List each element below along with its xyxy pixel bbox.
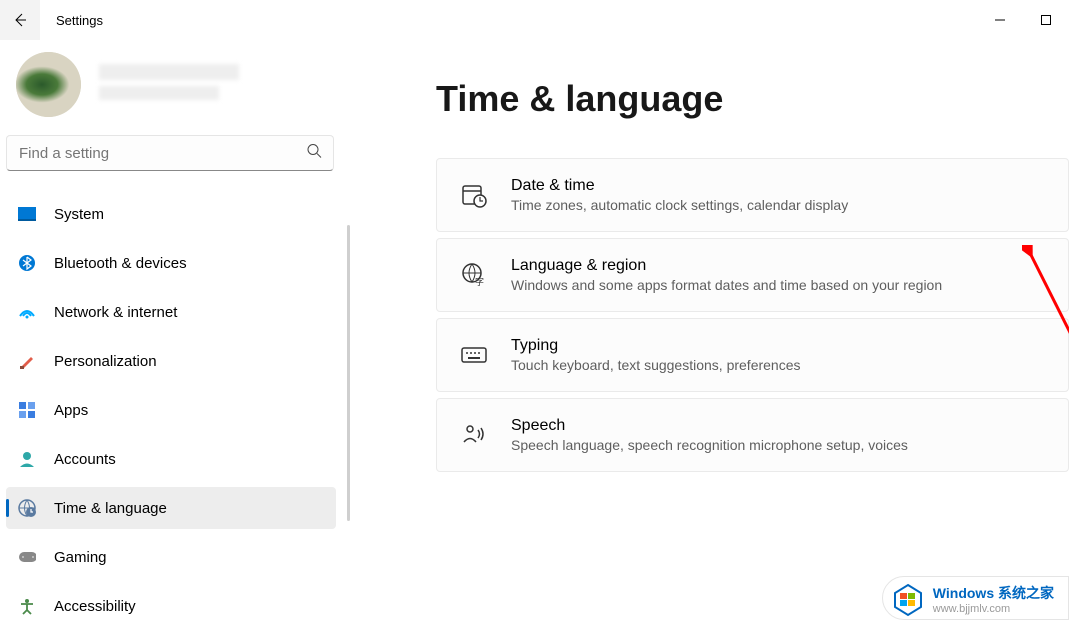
card-title: Date & time: [511, 177, 848, 195]
nav-label: Gaming: [54, 549, 107, 566]
nav-label: Network & internet: [54, 304, 177, 321]
back-arrow-icon: [12, 12, 28, 28]
card-speech[interactable]: Speech Speech language, speech recogniti…: [436, 398, 1069, 472]
apps-icon: [18, 401, 36, 419]
keyboard-icon: [461, 342, 487, 368]
card-desc: Touch keyboard, text suggestions, prefer…: [511, 357, 801, 373]
window-controls: [977, 0, 1069, 40]
minimize-button[interactable]: [977, 0, 1023, 40]
profile-section[interactable]: [6, 40, 350, 135]
system-icon: [18, 205, 36, 223]
maximize-button[interactable]: [1023, 0, 1069, 40]
watermark: Windows 系统之家 www.bjjmlv.com: [882, 576, 1069, 620]
profile-email-obscured: [99, 86, 219, 100]
nav-label: Accounts: [54, 451, 116, 468]
sidebar: System Bluetooth & devices Network & int…: [0, 40, 350, 626]
sidebar-item-bluetooth[interactable]: Bluetooth & devices: [6, 242, 336, 284]
minimize-icon: [994, 14, 1006, 26]
nav-label: Personalization: [54, 353, 157, 370]
content-area: Time & language Date & time Time zones, …: [350, 40, 1069, 626]
sidebar-item-network[interactable]: Network & internet: [6, 291, 336, 333]
card-date-time[interactable]: Date & time Time zones, automatic clock …: [436, 158, 1069, 232]
card-desc: Windows and some apps format dates and t…: [511, 277, 942, 293]
date-time-icon: [461, 182, 487, 208]
bluetooth-icon: [18, 254, 36, 272]
svg-text:字: 字: [475, 276, 484, 287]
time-language-icon: [18, 499, 36, 517]
accessibility-icon: [18, 597, 36, 615]
card-title: Language & region: [511, 257, 942, 275]
sidebar-item-apps[interactable]: Apps: [6, 389, 336, 431]
search-wrap: [6, 135, 340, 171]
avatar: [16, 52, 81, 117]
watermark-url: www.bjjmlv.com: [933, 603, 1054, 615]
language-region-icon: 字: [461, 262, 487, 288]
network-icon: [18, 303, 36, 321]
sidebar-item-accessibility[interactable]: Accessibility: [6, 585, 336, 627]
nav-list: System Bluetooth & devices Network & int…: [6, 193, 350, 627]
nav-label: Time & language: [54, 500, 167, 517]
speech-icon: [461, 422, 487, 448]
watermark-logo-icon: [891, 583, 925, 617]
window-title: Settings: [56, 13, 103, 28]
nav-label: Accessibility: [54, 598, 136, 615]
card-typing[interactable]: Typing Touch keyboard, text suggestions,…: [436, 318, 1069, 392]
card-title: Typing: [511, 337, 801, 355]
card-desc: Speech language, speech recognition micr…: [511, 437, 908, 453]
card-language-region[interactable]: 字 Language & region Windows and some app…: [436, 238, 1069, 312]
sidebar-item-gaming[interactable]: Gaming: [6, 536, 336, 578]
search-input[interactable]: [6, 135, 334, 171]
nav-label: Bluetooth & devices: [54, 255, 187, 272]
nav-label: Apps: [54, 402, 88, 419]
card-title: Speech: [511, 417, 908, 435]
sidebar-item-accounts[interactable]: Accounts: [6, 438, 336, 480]
gaming-icon: [18, 548, 36, 566]
page-title: Time & language: [436, 78, 1069, 120]
back-button[interactable]: [0, 0, 40, 40]
titlebar: Settings: [0, 0, 1069, 40]
maximize-icon: [1040, 14, 1052, 26]
sidebar-item-personalization[interactable]: Personalization: [6, 340, 336, 382]
watermark-title: Windows 系统之家: [933, 583, 1054, 603]
profile-name-obscured: [99, 64, 239, 80]
nav-label: System: [54, 206, 104, 223]
sidebar-item-time-language[interactable]: Time & language: [6, 487, 336, 529]
card-desc: Time zones, automatic clock settings, ca…: [511, 197, 848, 213]
search-icon: [306, 143, 322, 164]
personalization-icon: [18, 352, 36, 370]
sidebar-item-system[interactable]: System: [6, 193, 336, 235]
profile-info: [99, 64, 346, 106]
accounts-icon: [18, 450, 36, 468]
